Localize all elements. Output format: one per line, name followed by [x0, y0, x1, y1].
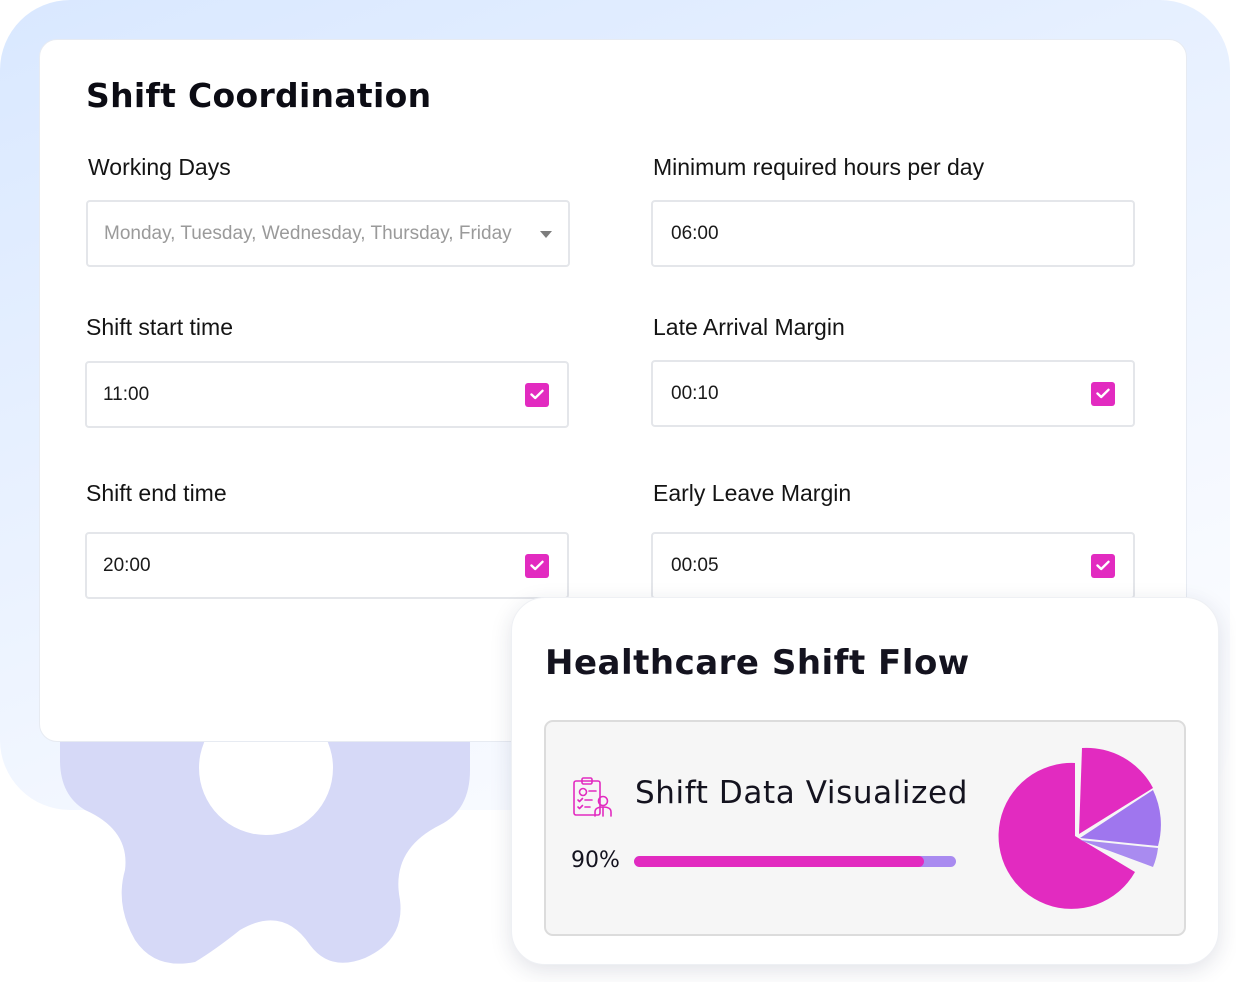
checkmark-icon	[1096, 560, 1110, 571]
chevron-down-icon[interactable]	[540, 231, 552, 238]
checkmark-icon	[1096, 388, 1110, 399]
late-arrival-checkbox[interactable]	[1091, 381, 1115, 406]
shift-start-label: Shift start time	[86, 314, 233, 340]
working-days-select[interactable]: Monday, Tuesday, Wednesday, Thursday, Fr…	[86, 200, 570, 267]
late-arrival-value: 00:10	[671, 382, 719, 404]
shift-end-input[interactable]: 20:00	[85, 532, 569, 599]
progress-percent: 90%	[571, 848, 620, 873]
progress-bar	[634, 856, 956, 867]
progress-fill	[634, 856, 924, 867]
shift-start-input[interactable]: 11:00	[85, 361, 569, 428]
working-days-label: Working Days	[88, 154, 231, 180]
gear-decoration-icon	[60, 700, 470, 964]
shift-end-value: 20:00	[103, 554, 151, 576]
shift-end-label: Shift end time	[86, 480, 227, 506]
checkmark-icon	[530, 560, 544, 571]
early-leave-label: Early Leave Margin	[653, 480, 852, 506]
checkmark-icon	[530, 389, 544, 400]
early-leave-checkbox[interactable]	[1091, 553, 1115, 578]
pie-chart-icon	[998, 747, 1161, 909]
shift-end-checkbox[interactable]	[525, 553, 549, 578]
shift-start-value: 11:00	[103, 383, 150, 405]
working-days-placeholder: Monday, Tuesday, Wednesday, Thursday, Fr…	[104, 222, 512, 244]
early-leave-input[interactable]: 00:05	[651, 532, 1135, 599]
late-arrival-label: Late Arrival Margin	[653, 314, 845, 340]
shift-start-checkbox[interactable]	[525, 382, 549, 407]
late-arrival-input[interactable]: 00:10	[651, 360, 1135, 427]
clipboard-doctor-icon	[573, 777, 612, 817]
shift-data-visualized-label: Shift Data Visualized	[635, 775, 968, 811]
early-leave-value: 00:05	[671, 554, 719, 576]
min-hours-input[interactable]: 06:00	[651, 200, 1135, 267]
min-hours-label: Minimum required hours per day	[653, 154, 985, 180]
min-hours-value: 06:00	[671, 222, 719, 244]
healthcare-flow-title: Healthcare Shift Flow	[545, 643, 970, 683]
page-title: Shift Coordination	[86, 76, 432, 115]
